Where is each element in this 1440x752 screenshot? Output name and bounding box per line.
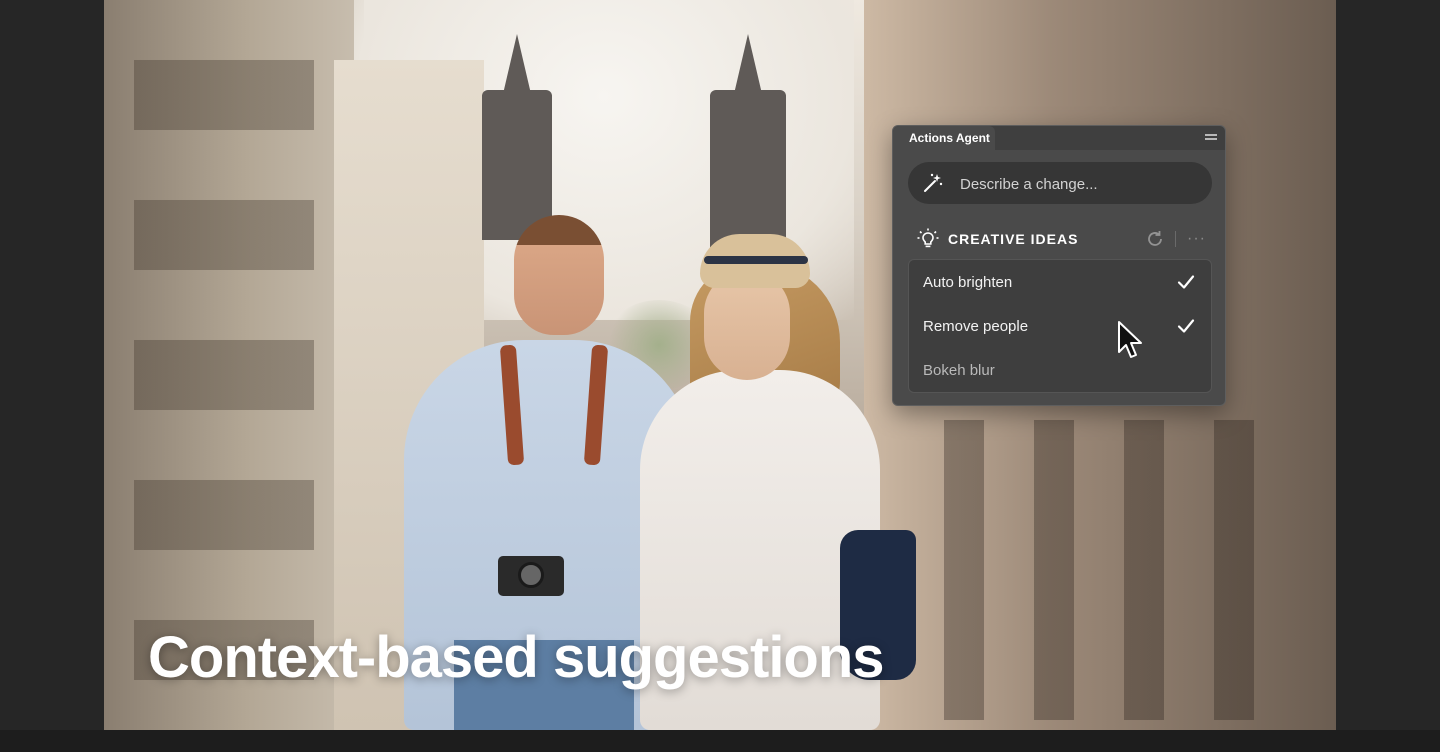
- bottom-bar: [0, 730, 1440, 752]
- idea-auto-brighten[interactable]: Auto brighten: [909, 260, 1211, 304]
- camera: [498, 556, 564, 596]
- menu-icon[interactable]: [1205, 134, 1217, 143]
- more-icon[interactable]: ···: [1187, 230, 1206, 248]
- panel-tab-title[interactable]: Actions Agent: [893, 126, 995, 150]
- creative-ideas-header: CREATIVE IDEAS ···: [917, 228, 1217, 250]
- describe-change-input[interactable]: [958, 162, 1202, 206]
- creative-ideas-title: CREATIVE IDEAS: [948, 231, 1079, 247]
- idea-label: Bokeh blur: [923, 362, 995, 379]
- checkmark-icon: [1177, 275, 1195, 289]
- magic-wand-icon: [924, 173, 943, 192]
- idea-label: Remove people: [923, 318, 1029, 335]
- mouse-cursor-icon: [1118, 321, 1142, 358]
- church-spire-left: [503, 34, 531, 94]
- man-head: [514, 215, 604, 335]
- header-divider: [1175, 231, 1176, 247]
- caption-title: Context-based suggestions: [148, 625, 885, 690]
- checkmark-icon: [1177, 319, 1195, 333]
- actions-agent-panel: Actions Agent CREATIVE IDEAS ···: [892, 125, 1226, 406]
- idea-label: Auto brighten: [923, 274, 1013, 291]
- hat-band: [704, 256, 808, 264]
- panel-header: Actions Agent: [893, 126, 1225, 150]
- idea-bokeh-blur[interactable]: Bokeh blur: [909, 348, 1211, 392]
- refresh-icon[interactable]: [1145, 229, 1165, 249]
- prompt-field[interactable]: [908, 162, 1212, 206]
- church-spire-right: [734, 34, 762, 94]
- background-windows-left: [134, 60, 314, 680]
- creative-ideas-list: Auto brighten Remove people Bokeh blur: [908, 259, 1212, 393]
- background-windows-right: [944, 420, 1304, 720]
- idea-remove-people[interactable]: Remove people: [909, 304, 1211, 348]
- lightbulb-icon: [917, 228, 939, 248]
